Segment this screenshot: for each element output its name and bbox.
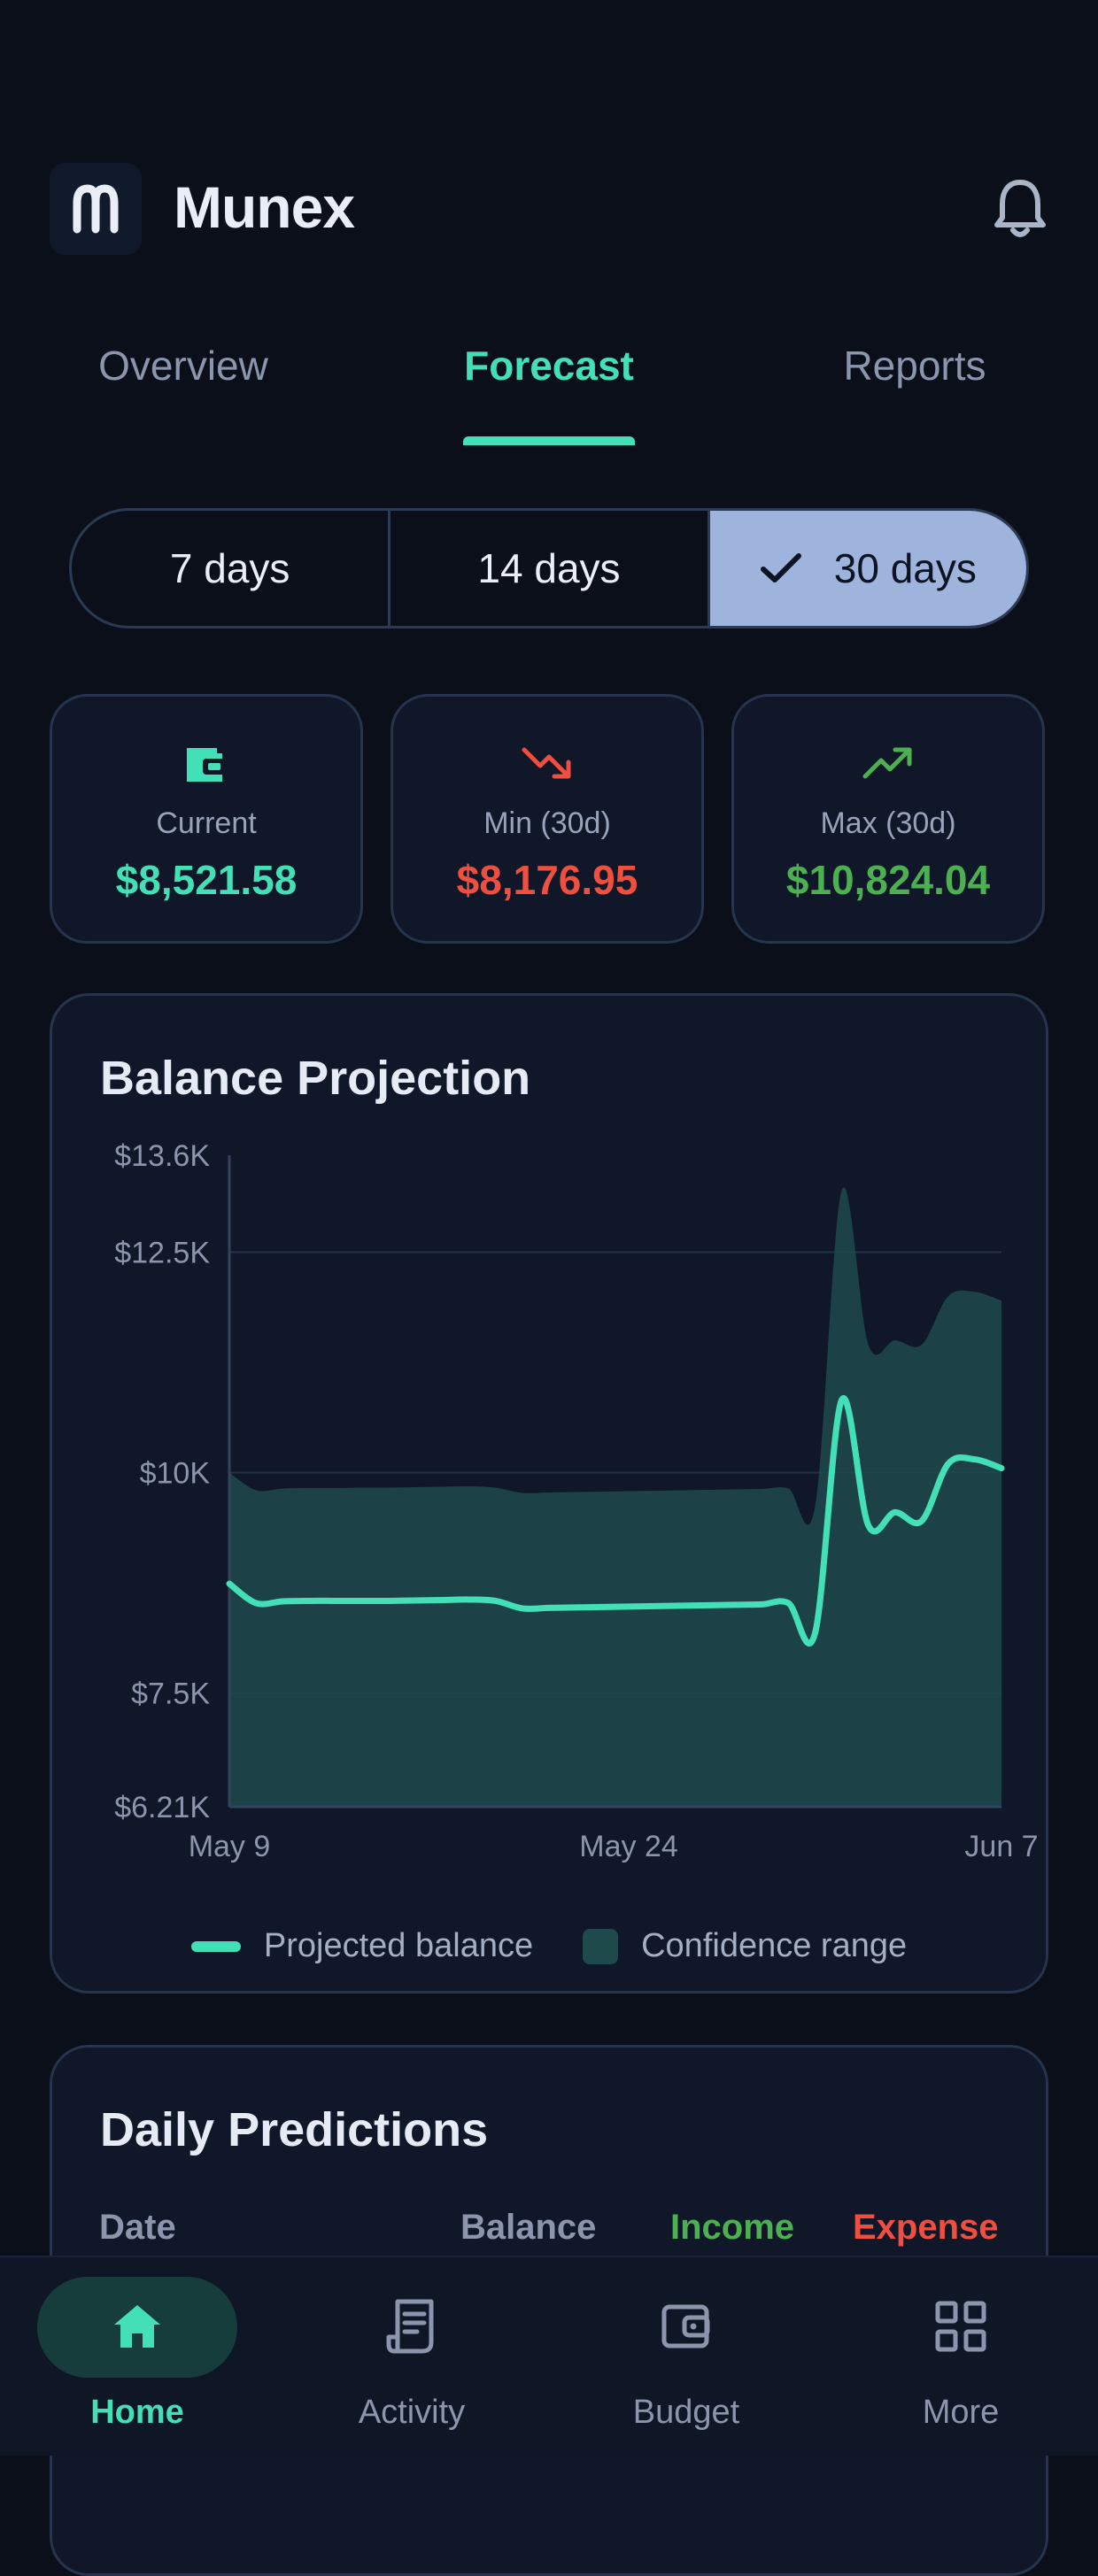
nav-label: Activity <box>358 2394 466 2431</box>
nav-label: Budget <box>632 2394 740 2431</box>
logo-m-icon <box>73 184 119 234</box>
x-tick-label: May 24 <box>579 1830 678 1863</box>
y-tick-label: $6.21K <box>114 1791 210 1824</box>
nav-activity[interactable]: Activity <box>274 2257 549 2456</box>
stat-value: $8,521.58 <box>115 857 298 903</box>
y-tick-label: $10K <box>140 1457 211 1491</box>
active-tab-indicator <box>463 436 635 445</box>
wallet-icon <box>52 739 360 789</box>
stat-label: Max (30d) <box>820 806 956 840</box>
y-tick-label: $13.6K <box>114 1139 210 1173</box>
stat-label: Current <box>156 806 257 840</box>
predictions-title: Daily Predictions <box>100 2103 489 2156</box>
period-option-label: 30 days <box>833 545 977 591</box>
nav-more[interactable]: More <box>824 2257 1098 2456</box>
period-option-14-days[interactable]: 14 days <box>390 511 710 626</box>
nav-budget[interactable]: Budget <box>549 2257 824 2456</box>
column-header-income: Income <box>670 2208 795 2247</box>
chart-legend: Projected balance Confidence range <box>52 1927 1046 1965</box>
notifications-button[interactable] <box>985 174 1055 244</box>
balance-projection-card: Balance Projection $13.6K $12.5K $10K $7.5K… <box>50 993 1048 1994</box>
nav-home[interactable]: Home <box>0 2257 274 2456</box>
stat-card-current: Current $8,521.58 <box>50 694 363 944</box>
tab-overview[interactable]: Overview <box>92 342 274 389</box>
period-selector: 7 days 14 days 30 days <box>69 508 1029 629</box>
check-icon <box>760 551 802 586</box>
period-option-label: 7 days <box>169 545 290 591</box>
bottom-navigation: Home Activity Budget More <box>0 2256 1098 2456</box>
x-tick-label: May 9 <box>189 1830 271 1863</box>
app-logo <box>50 163 142 255</box>
legend-item-confidence: Confidence range <box>583 1927 907 1965</box>
period-option-7-days[interactable]: 7 days <box>72 511 391 626</box>
wallet-icon <box>549 2291 824 2362</box>
app-title: Munex <box>174 174 355 240</box>
stat-value: $10,824.04 <box>785 857 991 903</box>
period-option-30-days[interactable]: 30 days <box>709 511 1026 626</box>
legend-area-swatch <box>583 1928 619 1964</box>
y-tick-label: $12.5K <box>114 1237 210 1270</box>
column-header-date: Date <box>99 2208 176 2247</box>
trending-down-icon <box>393 739 701 789</box>
confidence-range-area <box>229 1187 1001 1807</box>
balance-projection-chart: $13.6K $12.5K $10K $7.5K $6.21K May 9 May 24 Ju… <box>114 1139 1038 1863</box>
tab-reports[interactable]: Reports <box>832 342 997 389</box>
column-header-balance: Balance <box>460 2208 597 2247</box>
stat-value: $8,176.95 <box>456 857 638 903</box>
home-icon <box>0 2291 274 2362</box>
receipt-icon <box>274 2291 549 2362</box>
tab-forecast[interactable]: Forecast <box>460 342 638 389</box>
grid-icon <box>824 2291 1098 2362</box>
nav-label: Home <box>90 2394 184 2431</box>
y-tick-label: $7.5K <box>131 1677 210 1711</box>
legend-line-swatch <box>190 1940 241 1952</box>
legend-label: Confidence range <box>641 1927 908 1964</box>
column-header-expense: Expense <box>853 2208 999 2247</box>
legend-item-projected: Projected balance <box>190 1927 534 1965</box>
x-tick-label: Jun 7 <box>964 1830 1038 1863</box>
trending-up-icon <box>734 739 1042 789</box>
bell-icon <box>994 180 1046 237</box>
period-option-label: 14 days <box>477 545 621 591</box>
stat-label: Min (30d) <box>483 806 611 840</box>
nav-label: More <box>922 2394 1000 2431</box>
stat-card-max: Max (30d) $10,824.04 <box>731 694 1045 944</box>
legend-label: Projected balance <box>263 1927 534 1964</box>
stat-card-min: Min (30d) $8,176.95 <box>390 694 704 944</box>
